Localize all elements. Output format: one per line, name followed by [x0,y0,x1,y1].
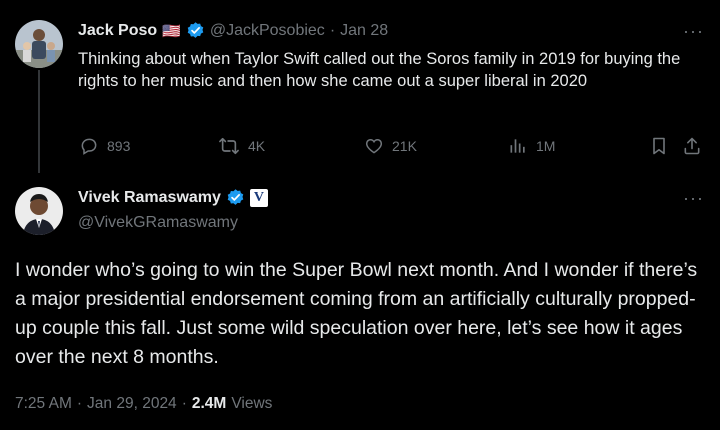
views-count: 1M [536,138,556,154]
views-button[interactable]: 1M [508,136,555,156]
affiliate-badge-icon[interactable]: V [249,188,268,207]
views-icon [508,136,528,156]
bookmark-button[interactable] [650,136,668,156]
tweet1-header: Jack Poso 🇺🇸 @JackPosobiec · Jan 28 [78,21,388,40]
tweet2-views-label: Views [231,395,273,412]
tweet2-separator-2: · [181,395,187,412]
repost-icon [218,136,240,156]
tweet1-text: Thinking about when Taylor Swift called … [78,50,681,90]
tweet1-author-name[interactable]: Jack Poso [78,22,157,40]
tweet2-time[interactable]: 7:25 AM [15,395,72,413]
tweet2-views-count: 2.4M [191,395,227,412]
like-button[interactable]: 21K [364,136,417,156]
reply-icon [79,136,99,156]
tweet2-text: I wonder who’s going to win the Super Bo… [15,259,698,368]
tweet2-meta: 7:25 AM · Jan 29, 2024 · 2.4M Views [15,395,272,413]
share-icon [682,136,702,156]
affiliate-badge-label: V [253,189,264,205]
verified-badge-icon [186,21,205,40]
jack-poso-avatar[interactable] [15,20,63,68]
like-icon [364,136,384,156]
tweet2-date[interactable]: Jan 29, 2024 [87,395,177,413]
us-flag-emoji: 🇺🇸 [162,22,181,40]
reply-count: 893 [107,138,131,154]
bookmark-icon [650,136,668,156]
share-button[interactable] [682,136,702,156]
tweet1-separator: · [329,21,336,39]
tweet2-separator: · [76,395,83,412]
tweet2-handle[interactable]: @VivekGRamaswamy [78,214,238,232]
tweet1-handle[interactable]: @JackPosobiec [210,22,325,40]
repost-count: 4K [248,138,266,154]
tweet2-header: Vivek Ramaswamy V [78,188,268,207]
tweet2-author-name[interactable]: Vivek Ramaswamy [78,189,221,207]
repost-button[interactable]: 4K [218,136,265,156]
tweet1-date[interactable]: Jan 28 [340,22,388,40]
reply-button[interactable]: 893 [79,136,130,156]
thread-line [38,70,40,173]
vivek-avatar[interactable] [15,187,63,235]
tweet2-more-icon[interactable]: ··· [683,189,704,207]
verified-badge-icon [226,188,245,207]
like-count: 21K [392,138,417,154]
tweet1-more-icon[interactable]: ··· [683,22,704,40]
